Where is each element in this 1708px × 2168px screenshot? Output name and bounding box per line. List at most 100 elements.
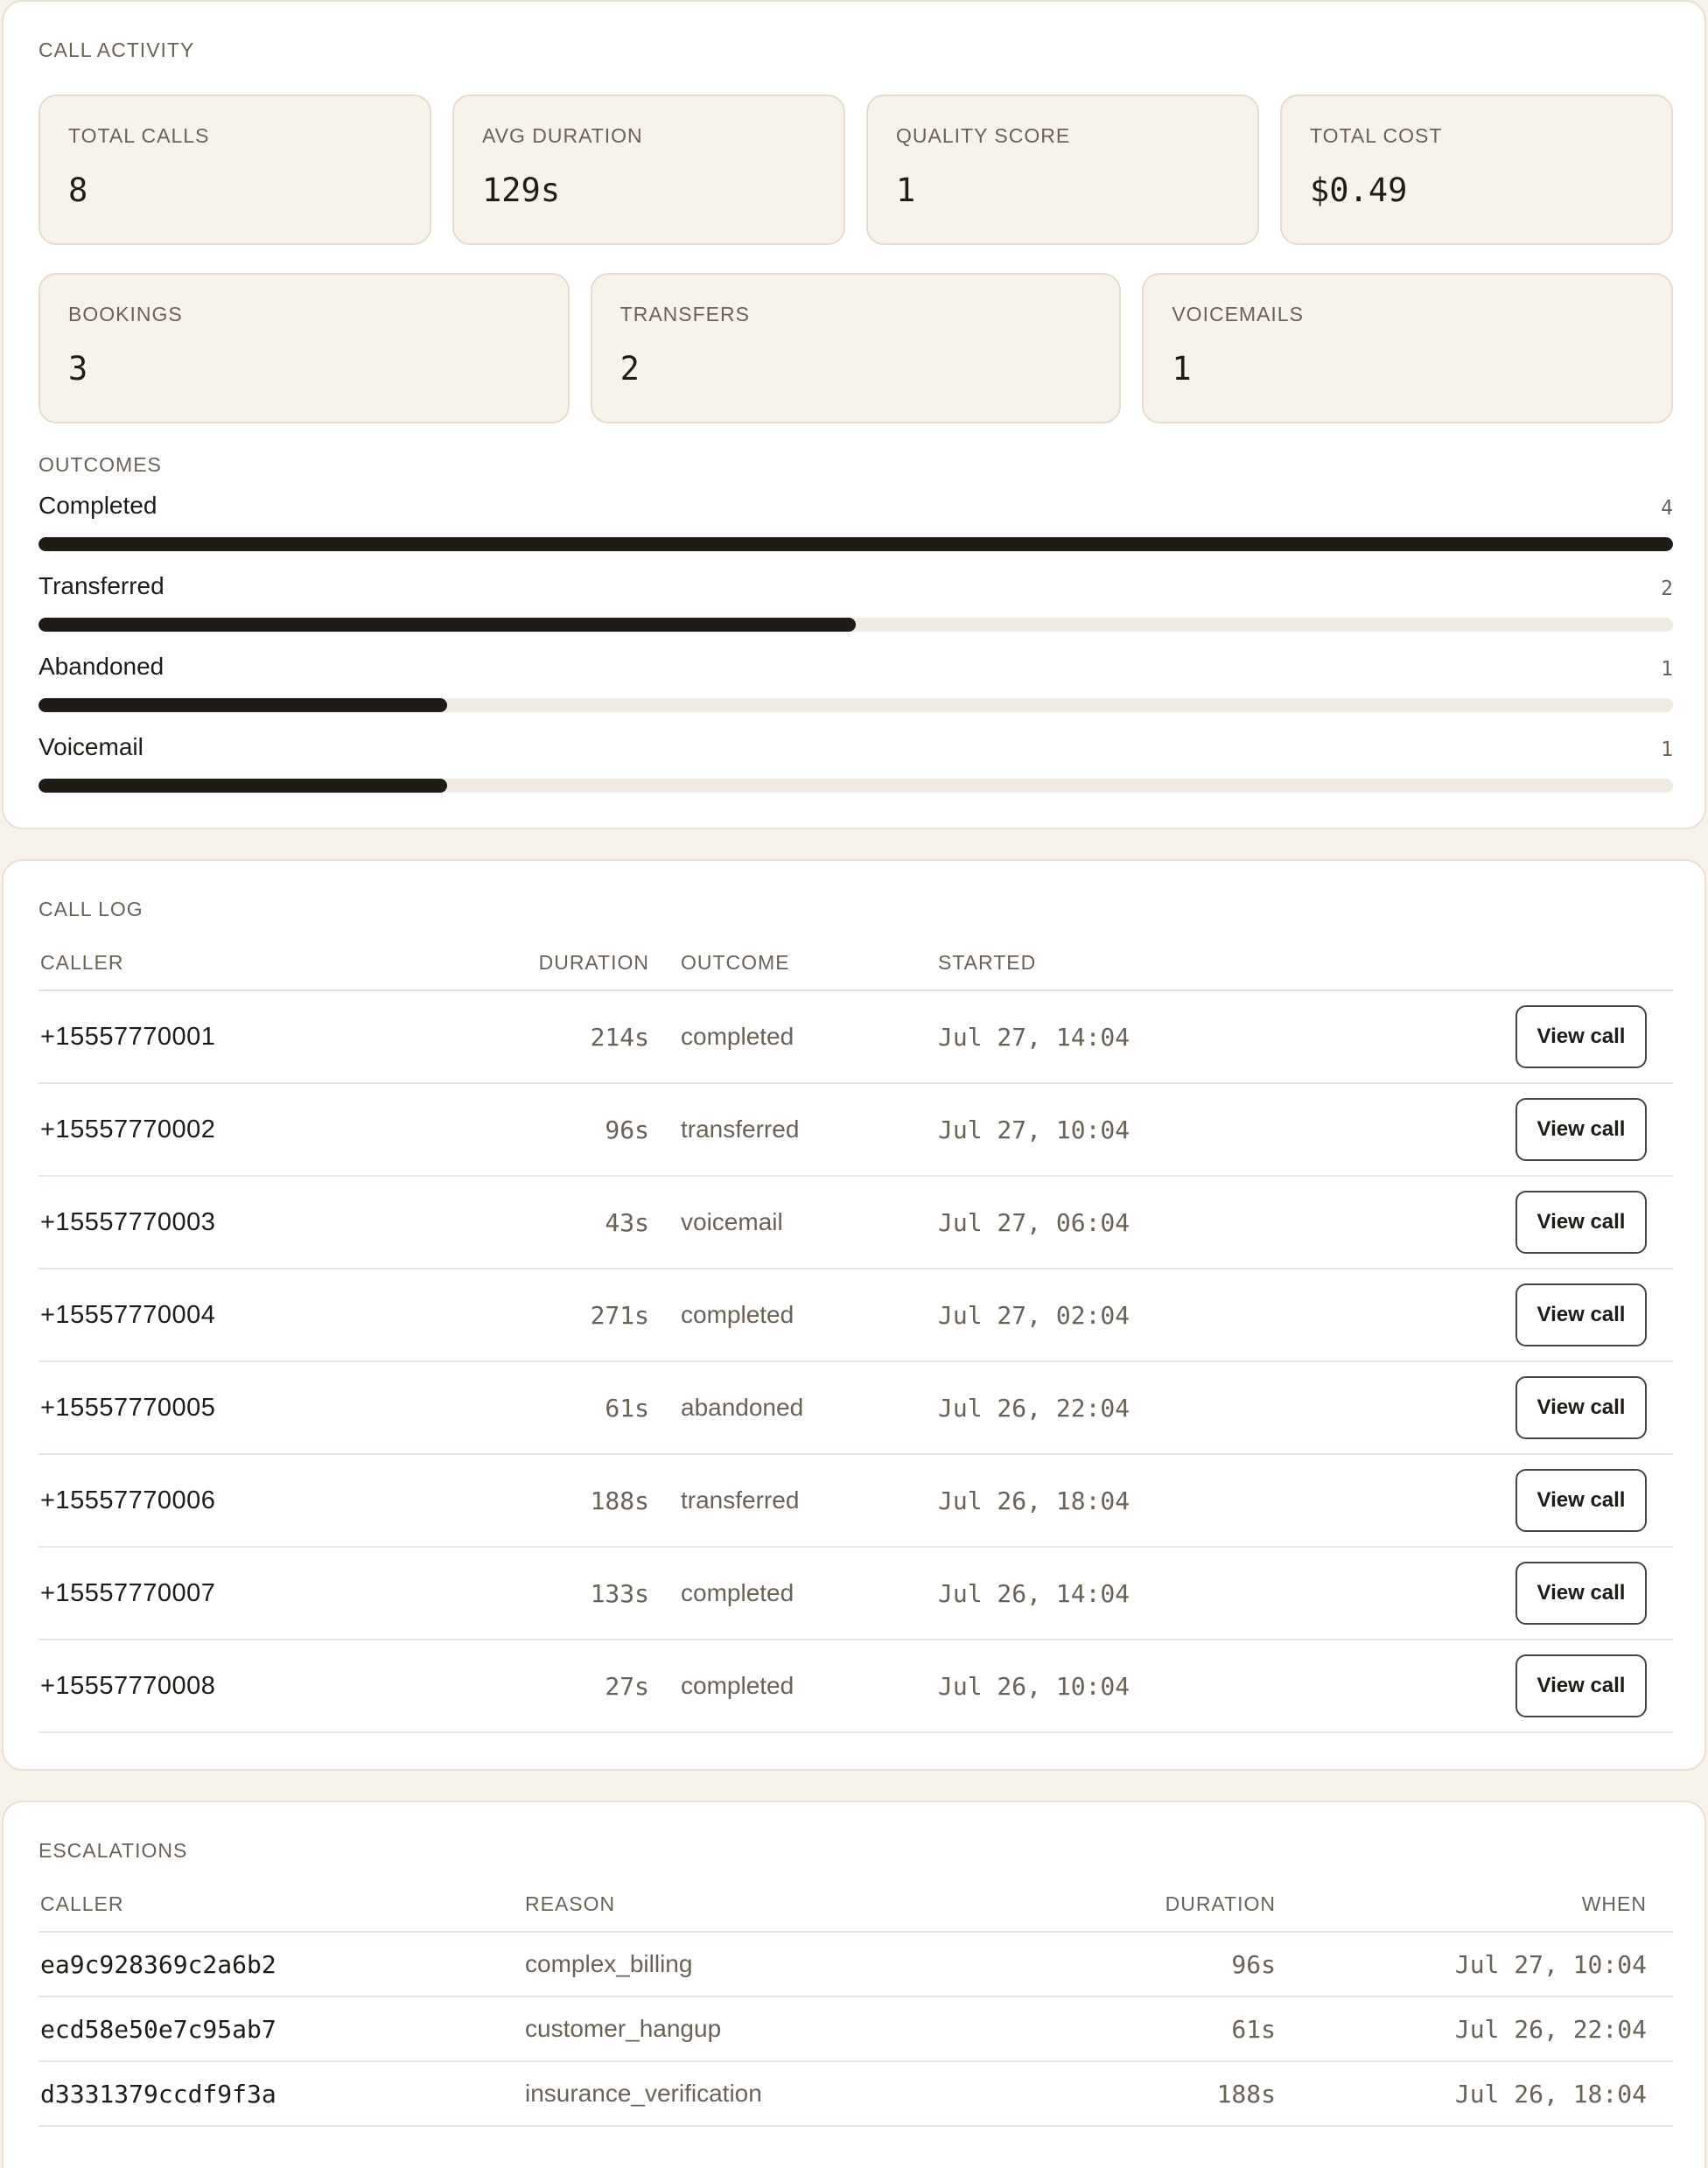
stat-value: 1 <box>1172 350 1192 388</box>
stat-label: TOTAL COST <box>1310 124 1443 147</box>
outcome-cell: abandoned <box>651 1361 936 1455</box>
outcome-cell: transferred <box>651 1454 936 1548</box>
started-cell: Jul 27, 10:04 <box>936 1083 1391 1177</box>
call-log-title: CALL LOG <box>38 898 144 920</box>
outcome-bar-fill <box>38 618 856 632</box>
table-row: +15557770006 188s transferred Jul 26, 18… <box>38 1454 1673 1548</box>
caller-cell: +15557770005 <box>38 1361 494 1455</box>
table-row: +15557770001 214s completed Jul 27, 14:0… <box>38 990 1673 1084</box>
view-call-button[interactable]: View call <box>1516 1005 1647 1068</box>
action-cell: View call <box>1391 1176 1673 1269</box>
duration-cell: 188s <box>494 1454 651 1548</box>
outcome-bar-fill <box>38 537 1673 551</box>
caller-cell: +15557770006 <box>38 1454 494 1548</box>
table-row: +15557770002 96s transferred Jul 27, 10:… <box>38 1083 1673 1177</box>
outcomes-title: OUTCOMES <box>38 453 162 476</box>
view-call-button[interactable]: View call <box>1516 1654 1647 1717</box>
action-cell: View call <box>1391 1454 1673 1548</box>
view-call-button[interactable]: View call <box>1516 1469 1647 1532</box>
duration-cell: 43s <box>494 1176 651 1269</box>
when-cell: Jul 26, 22:04 <box>1278 1997 1673 2062</box>
stat-quality-score: QUALITY SCORE 1 <box>866 94 1259 245</box>
outcome-label: Transferred <box>38 572 164 599</box>
outcome-cell: completed <box>651 1269 936 1362</box>
column-header-outcome: OUTCOME <box>651 936 936 991</box>
column-header-when: WHEN <box>1278 1878 1673 1933</box>
view-call-button[interactable]: View call <box>1516 1191 1647 1254</box>
started-cell: Jul 26, 18:04 <box>936 1454 1391 1548</box>
caller-cell: +15557770001 <box>38 990 494 1084</box>
outcome-cell: completed <box>651 1547 936 1640</box>
column-header-caller: CALLER <box>38 1878 523 1933</box>
caller-cell: +15557770002 <box>38 1083 494 1177</box>
column-header-actions <box>1391 936 1673 991</box>
stat-total-cost: TOTAL COST $0.49 <box>1280 94 1673 245</box>
outcome-label: Abandoned <box>38 653 164 680</box>
stat-label: QUALITY SCORE <box>896 124 1071 147</box>
stat-transfers: TRANSFERS 2 <box>590 273 1122 423</box>
stat-value: 3 <box>68 350 88 388</box>
outcome-bar-track <box>38 537 1673 551</box>
outcome-bar-track <box>38 618 1673 632</box>
duration-cell: 271s <box>494 1269 651 1362</box>
started-cell: Jul 26, 10:04 <box>936 1640 1391 1733</box>
caller-cell: +15557770003 <box>38 1176 494 1269</box>
outcome-cell: transferred <box>651 1083 936 1177</box>
caller-cell: d3331379ccdf9f3a <box>38 2061 523 2127</box>
column-header-caller: CALLER <box>38 936 494 991</box>
when-cell: Jul 26, 18:04 <box>1278 2061 1673 2127</box>
outcome-count: 2 <box>1661 577 1673 600</box>
table-row: +15557770003 43s voicemail Jul 27, 06:04… <box>38 1176 1673 1269</box>
duration-cell: 188s <box>978 2061 1278 2127</box>
table-row: ecd58e50e7c95ab7 customer_hangup 61s Jul… <box>38 1997 1673 2062</box>
stat-value: 129s <box>482 171 561 209</box>
table-row: +15557770007 133s completed Jul 26, 14:0… <box>38 1547 1673 1640</box>
table-header-row: CALLER REASON DURATION WHEN <box>38 1878 1673 1933</box>
started-cell: Jul 26, 14:04 <box>936 1547 1391 1640</box>
stat-value: $0.49 <box>1310 171 1408 209</box>
duration-cell: 61s <box>978 1997 1278 2062</box>
reason-cell: customer_hangup <box>523 1997 978 2062</box>
outcomes-list: Completed 4 Transferred 2 Abandoned 1 Vo… <box>38 492 1673 814</box>
outcome-cell: voicemail <box>651 1176 936 1269</box>
when-cell: Jul 27, 10:04 <box>1278 1932 1673 1997</box>
escalations-table: CALLER REASON DURATION WHEN ea9c928369c2… <box>38 1878 1673 2127</box>
outcome-bar-track <box>38 779 1673 793</box>
call-activity-card: CALL ACTIVITY TOTAL CALLS 8 AVG DURATION… <box>2 0 1706 829</box>
outcome-voicemail: Voicemail 1 <box>38 733 1673 814</box>
started-cell: Jul 26, 22:04 <box>936 1361 1391 1455</box>
caller-cell: ecd58e50e7c95ab7 <box>38 1997 523 2062</box>
outcome-bar-fill <box>38 779 447 793</box>
outcome-cell: completed <box>651 1640 936 1733</box>
stat-label: VOICEMAILS <box>1172 303 1304 325</box>
stat-bookings: BOOKINGS 3 <box>38 273 570 423</box>
table-row: ea9c928369c2a6b2 complex_billing 96s Jul… <box>38 1932 1673 1997</box>
stats-row-primary: TOTAL CALLS 8 AVG DURATION 129s QUALITY … <box>38 94 1673 245</box>
outcome-count: 1 <box>1661 658 1673 681</box>
stat-avg-duration: AVG DURATION 129s <box>452 94 845 245</box>
outcome-bar-fill <box>38 698 447 712</box>
view-call-button[interactable]: View call <box>1516 1098 1647 1161</box>
escalations-card: ESCALATIONS CALLER REASON DURATION WHEN … <box>2 1801 1706 2168</box>
column-header-reason: REASON <box>523 1878 978 1933</box>
call-activity-title: CALL ACTIVITY <box>38 38 195 61</box>
reason-cell: complex_billing <box>523 1932 978 1997</box>
table-header-row: CALLER DURATION OUTCOME STARTED <box>38 936 1673 991</box>
duration-cell: 96s <box>494 1083 651 1177</box>
view-call-button[interactable]: View call <box>1516 1376 1647 1439</box>
stat-value: 8 <box>68 171 88 209</box>
duration-cell: 133s <box>494 1547 651 1640</box>
duration-cell: 27s <box>494 1640 651 1733</box>
view-call-button[interactable]: View call <box>1516 1283 1647 1346</box>
action-cell: View call <box>1391 1547 1673 1640</box>
stat-voicemails: VOICEMAILS 1 <box>1142 273 1674 423</box>
stat-label: TRANSFERS <box>620 303 750 325</box>
outcome-count: 1 <box>1661 738 1673 761</box>
action-cell: View call <box>1391 1640 1673 1733</box>
outcome-label: Completed <box>38 492 158 519</box>
escalations-title: ESCALATIONS <box>38 1839 188 1862</box>
view-call-button[interactable]: View call <box>1516 1562 1647 1625</box>
outcome-abandoned: Abandoned 1 <box>38 653 1673 733</box>
caller-cell: ea9c928369c2a6b2 <box>38 1932 523 1997</box>
caller-cell: +15557770007 <box>38 1547 494 1640</box>
